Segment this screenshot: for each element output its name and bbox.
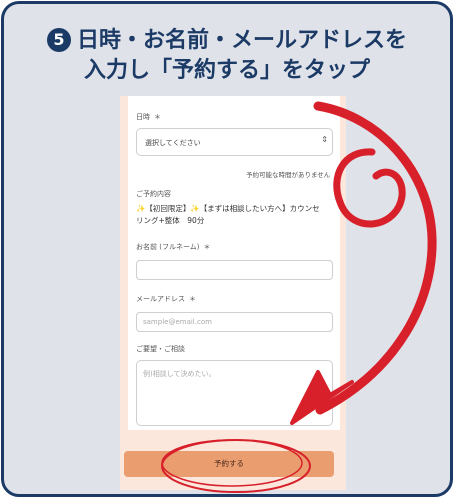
request-placeholder: 例)相談して決めたい。 [143,370,216,378]
datetime-select-value: 選択してください [145,139,201,147]
instruction-header: 5 日時・お名前・メールアドレスを 入力し「予約する」をタップ [4,26,450,86]
name-label: お名前 (フルネーム) ＊ [136,243,211,251]
name-input[interactable] [136,260,333,280]
header-text-1: 日時・お名前・メールアドレスを [76,28,407,53]
header-line-1: 5 日時・お名前・メールアドレスを [4,26,450,56]
datetime-select[interactable]: 選択してください ⇕ [136,128,333,156]
step-number-badge: 5 [46,28,71,52]
email-placeholder: sample@email.com [143,318,212,326]
phone-screenshot: 日時＊ 選択してください ⇕ 予約可能な時間がありません ご予約内容 ✨【初回限… [120,96,346,490]
availability-note: 予約可能な時間がありません [246,171,331,179]
reservation-form: 日時＊ 選択してください ⇕ 予約可能な時間がありません ご予約内容 ✨【初回限… [128,96,340,430]
email-input[interactable]: sample@email.com [136,312,333,332]
request-textarea[interactable]: 例)相談して決めたい。 [136,360,333,426]
sparkle-icon: ✨ [136,204,146,213]
email-label: メールアドレス＊ [136,295,196,303]
header-line-2: 入力し「予約する」をタップ [83,58,370,83]
select-arrows-icon: ⇕ [321,135,328,144]
booking-content-label: ご予約内容 [136,190,171,198]
course-description: ✨【初回限定】✨【まずは相談したい方へ】カウンセ リング+整体 90分 [136,204,320,225]
required-mark: ＊ [154,113,161,121]
sparkle-icon: ✨ [190,204,200,213]
request-label: ご要望・ご相談 [136,345,185,353]
datetime-label: 日時＊ [136,113,161,121]
reserve-button[interactable]: 予約する [124,451,334,477]
